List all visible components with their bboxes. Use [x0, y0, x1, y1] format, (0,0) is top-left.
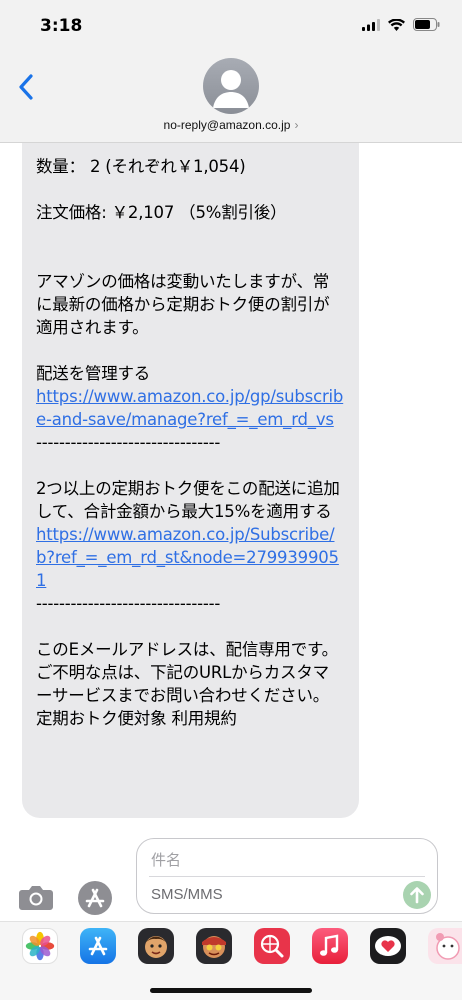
photos-icon	[25, 931, 55, 961]
add-subscription-text: 2つ以上の定期おトク便をこの配送に追加して、合計金額から最大15%を適用する	[36, 479, 340, 521]
order-price-text: 注文価格: ￥2,107 （5%割引後）	[36, 203, 287, 222]
message-thread[interactable]: 数量： 2 (それぞれ￥1,054) 注文価格: ￥2,107 （5%割引後） …	[0, 143, 462, 833]
separator-line: --------------------------------	[36, 594, 221, 613]
message-composer: 件名 SMS/MMS	[0, 833, 462, 921]
image-search-app[interactable]	[254, 928, 290, 964]
message-field[interactable]: SMS/MMS	[151, 886, 223, 903]
status-bar: 3:18	[0, 0, 462, 52]
app-store-icon	[78, 881, 112, 915]
manage-label: 配送を管理する	[36, 364, 151, 383]
contact-avatar-icon	[213, 70, 249, 108]
subject-field[interactable]: 件名	[151, 849, 181, 870]
sticker-icon	[436, 933, 460, 960]
status-icons	[362, 18, 440, 31]
input-divider	[149, 876, 425, 877]
battery-icon	[413, 18, 440, 31]
heart-message-icon	[375, 936, 401, 956]
contact-avatar[interactable]	[203, 58, 259, 114]
price-note-text: アマゾンの価格は変動いたしますが、常に最新の価格から定期おトク便の割引が適用され…	[36, 272, 330, 337]
music-icon	[320, 934, 339, 956]
music-app[interactable]	[312, 928, 348, 964]
memoji-app[interactable]	[138, 928, 174, 964]
app-store-app[interactable]	[80, 928, 116, 964]
send-button[interactable]	[403, 881, 431, 909]
conversation-header: no-reply@amazon.co.jp ›	[0, 52, 462, 143]
wifi-icon	[388, 18, 405, 31]
app-store-tray-icon	[88, 936, 108, 956]
camera-icon	[19, 886, 53, 910]
separator-line: --------------------------------	[36, 433, 221, 452]
memoji-icon	[145, 936, 167, 958]
status-time: 3:18	[40, 16, 83, 36]
signal-icon	[362, 18, 380, 31]
chevron-right-icon: ›	[294, 118, 299, 132]
message-bubble[interactable]: 数量： 2 (それぞれ￥1,054) 注文価格: ￥2,107 （5%割引後） …	[22, 143, 359, 818]
subscribe-link[interactable]: https://www.amazon.co.jp/Subscribe/b?ref…	[36, 525, 339, 590]
digital-touch-app[interactable]	[370, 928, 406, 964]
globe-search-icon	[260, 934, 284, 958]
footer-text: このEメールアドレスは、配信専用です。ご不明な点は、下記のURLからカスタマーサ…	[36, 640, 338, 728]
camera-button[interactable]	[18, 883, 54, 911]
imessage-app-drawer	[0, 921, 462, 1000]
photos-app[interactable]	[22, 928, 58, 964]
back-button[interactable]	[14, 70, 40, 104]
home-indicator[interactable]	[150, 988, 312, 993]
manage-link[interactable]: https://www.amazon.co.jp/gp/subscribe-an…	[36, 387, 343, 429]
contact-name-row[interactable]: no-reply@amazon.co.jp ›	[0, 118, 462, 132]
sticker-app[interactable]	[428, 928, 462, 964]
memoji-stickers-icon	[202, 936, 226, 958]
contact-name: no-reply@amazon.co.jp	[163, 118, 291, 132]
message-input-box[interactable]: 件名 SMS/MMS	[136, 838, 438, 914]
quantity-text: 数量： 2 (それぞれ￥1,054)	[36, 157, 246, 176]
send-arrow-icon	[410, 887, 424, 904]
app-store-button[interactable]	[76, 879, 114, 917]
memoji-stickers-app[interactable]	[196, 928, 232, 964]
back-chevron-icon	[19, 74, 33, 100]
